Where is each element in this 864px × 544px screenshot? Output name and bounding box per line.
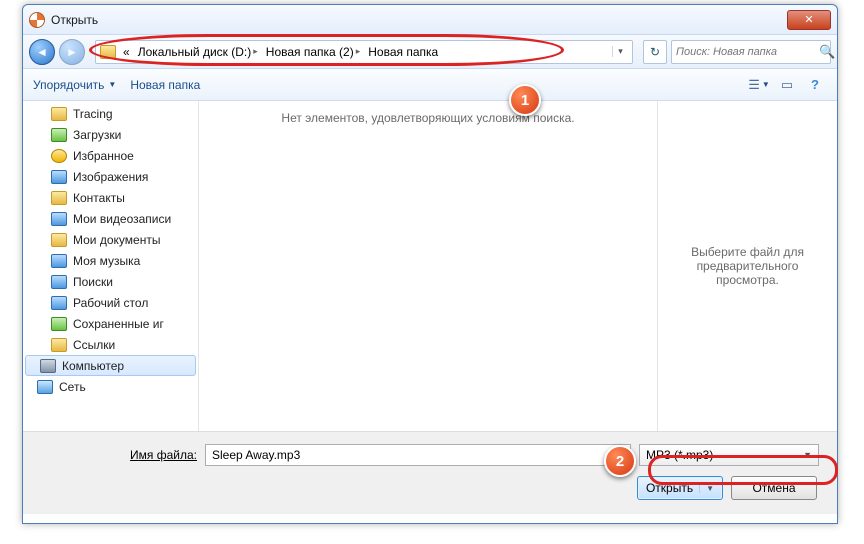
breadcrumb[interactable]: « Локальный диск (D:)▸ Новая папка (2)▸ …: [95, 40, 633, 64]
toolbar: Упорядочить▼ Новая папка ☰▼ ▭ ?: [23, 69, 837, 101]
sidebar-item-computer[interactable]: Компьютер: [25, 355, 196, 376]
annotation-badge-1: 1: [509, 84, 541, 116]
sidebar-item-network[interactable]: Сеть: [23, 376, 198, 397]
empty-message: Нет элементов, удовлетворяющих условиям …: [209, 111, 647, 125]
videos-icon: [51, 212, 67, 226]
annotation-badge-2: 2: [604, 445, 636, 477]
sidebar-item[interactable]: Моя музыка: [23, 250, 198, 271]
links-icon: [51, 338, 67, 352]
help-icon[interactable]: ?: [803, 74, 827, 96]
network-icon: [37, 380, 53, 394]
breadcrumb-item[interactable]: Новая папка (2)▸: [263, 45, 363, 59]
breadcrumb-item[interactable]: Новая папка: [365, 45, 441, 59]
sidebar-item[interactable]: Изображения: [23, 166, 198, 187]
organize-menu[interactable]: Упорядочить▼: [33, 78, 116, 92]
searches-icon: [51, 275, 67, 289]
open-file-dialog: Открыть ✕ ◄ ► « Локальный диск (D:)▸ Нов…: [22, 4, 838, 524]
sidebar-item[interactable]: Tracing: [23, 103, 198, 124]
titlebar: Открыть ✕: [23, 5, 837, 35]
button-row: Открыть▼ Отмена: [41, 476, 819, 500]
vlc-icon: [29, 12, 45, 28]
sidebar-item[interactable]: Сохраненные иг: [23, 313, 198, 334]
nav-bar: ◄ ► « Локальный диск (D:)▸ Новая папка (…: [23, 35, 837, 69]
sidebar-item[interactable]: Ссылки: [23, 334, 198, 355]
sidebar-item[interactable]: Контакты: [23, 187, 198, 208]
sidebar-item[interactable]: Мои видеозаписи: [23, 208, 198, 229]
folder-icon: [100, 45, 116, 59]
open-dropdown-icon[interactable]: ▼: [699, 484, 714, 493]
file-list[interactable]: Нет элементов, удовлетворяющих условиям …: [199, 101, 657, 431]
preview-pane-icon[interactable]: ▭: [775, 74, 799, 96]
documents-icon: [51, 233, 67, 247]
search-box[interactable]: 🔍: [671, 40, 831, 64]
cancel-button[interactable]: Отмена: [731, 476, 817, 500]
sidebar-item[interactable]: Поиски: [23, 271, 198, 292]
sidebar-item[interactable]: Рабочий стол: [23, 292, 198, 313]
contacts-icon: [51, 191, 67, 205]
close-button[interactable]: ✕: [787, 10, 831, 30]
music-icon: [51, 254, 67, 268]
new-folder-button[interactable]: Новая папка: [130, 78, 200, 92]
preview-pane: Выберите файл для предварительного просм…: [657, 101, 837, 431]
open-button[interactable]: Открыть▼: [637, 476, 723, 500]
preview-message: Выберите файл для предварительного просм…: [674, 245, 821, 287]
downloads-icon: [51, 128, 67, 142]
refresh-button[interactable]: ↻: [643, 40, 667, 64]
body-area: Tracing Загрузки Избранное Изображения К…: [23, 101, 837, 431]
computer-icon: [40, 359, 56, 373]
breadcrumb-item[interactable]: Локальный диск (D:)▸: [135, 45, 261, 59]
folder-icon: [51, 107, 67, 121]
chevron-down-icon[interactable]: ▼: [803, 450, 812, 460]
file-type-filter[interactable]: MP3 (*.mp3) ▼: [639, 444, 819, 466]
forward-button[interactable]: ►: [59, 39, 85, 65]
search-icon: 🔍: [819, 44, 835, 60]
desktop-icon: [51, 296, 67, 310]
search-input[interactable]: [676, 46, 819, 58]
breadcrumb-wrap: « Локальный диск (D:)▸ Новая папка (2)▸ …: [95, 40, 633, 64]
view-options-icon[interactable]: ☰▼: [747, 74, 771, 96]
sidebar: Tracing Загрузки Избранное Изображения К…: [23, 101, 199, 431]
favorites-icon: [51, 149, 67, 163]
window-title: Открыть: [51, 13, 787, 27]
filename-label: Имя файла:: [41, 448, 197, 462]
saved-games-icon: [51, 317, 67, 331]
sidebar-item[interactable]: Загрузки: [23, 124, 198, 145]
sidebar-item[interactable]: Избранное: [23, 145, 198, 166]
breadcrumb-dropdown[interactable]: ▾: [612, 46, 628, 57]
sidebar-item[interactable]: Мои документы: [23, 229, 198, 250]
back-button[interactable]: ◄: [29, 39, 55, 65]
breadcrumb-prefix: «: [120, 45, 133, 59]
bottom-panel: Имя файла: Sleep Away.mp3 ▼ MP3 (*.mp3) …: [23, 431, 837, 514]
filename-row: Имя файла: Sleep Away.mp3 ▼ MP3 (*.mp3) …: [41, 444, 819, 466]
pictures-icon: [51, 170, 67, 184]
content-area: Нет элементов, удовлетворяющих условиям …: [199, 101, 837, 431]
filename-input[interactable]: Sleep Away.mp3 ▼: [205, 444, 631, 466]
